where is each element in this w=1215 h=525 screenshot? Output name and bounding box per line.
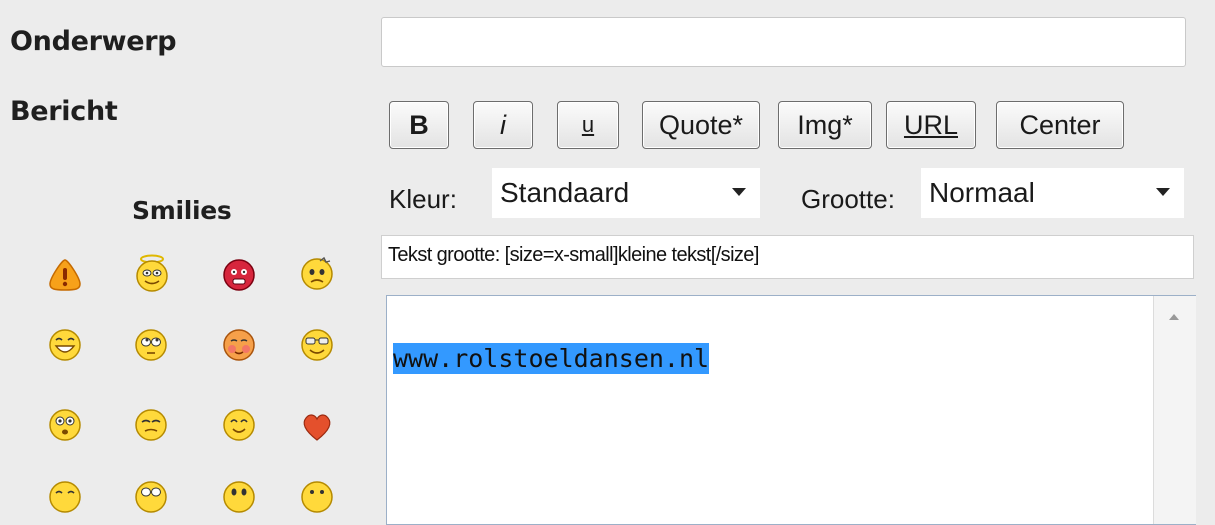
sad-icon[interactable]	[222, 480, 256, 514]
smile-icon[interactable]	[222, 408, 256, 442]
scroll-up-icon[interactable]	[1169, 314, 1179, 320]
underline-button-label: u	[581, 112, 595, 137]
helpline: Tekst grootte: [size=x-small]kleine teks…	[381, 235, 1194, 279]
cool-icon[interactable]	[300, 328, 334, 362]
subject-label: Onderwerp	[10, 26, 177, 57]
angry-red-icon[interactable]	[222, 258, 256, 292]
selected-text: www.rolstoeldansen.nl	[393, 343, 710, 374]
heart-icon[interactable]	[300, 410, 334, 444]
message-textarea[interactable]: www.rolstoeldansen.nl	[386, 295, 1196, 525]
laugh-icon[interactable]	[48, 480, 82, 514]
color-label: Kleur:	[389, 184, 457, 214]
bold-button[interactable]: B	[389, 101, 449, 149]
eek-icon[interactable]	[134, 480, 168, 514]
rolling-eyes-icon[interactable]	[134, 328, 168, 362]
quote-button[interactable]: Quote*	[642, 101, 760, 149]
grin-icon[interactable]	[48, 328, 82, 362]
subject-input[interactable]	[381, 17, 1186, 67]
url-button-label: URL	[903, 109, 958, 140]
center-button[interactable]: Center	[996, 101, 1124, 149]
img-button-label: Img*	[797, 109, 853, 140]
italic-button[interactable]: i	[473, 101, 533, 149]
wink-icon[interactable]	[134, 408, 168, 442]
scrollbar[interactable]	[1153, 296, 1196, 524]
bold-button-label: B	[409, 109, 429, 140]
smilies-title: Smilies	[132, 196, 232, 225]
url-button[interactable]: URL	[886, 101, 976, 149]
shocked-icon[interactable]	[48, 408, 82, 442]
confused-icon[interactable]	[300, 256, 334, 290]
message-label: Bericht	[10, 96, 118, 127]
neutral-icon[interactable]	[300, 480, 334, 514]
angel-icon[interactable]	[134, 254, 170, 292]
color-select-value: Standaard	[500, 177, 630, 208]
quote-button-label: Quote*	[658, 109, 744, 140]
warning-icon[interactable]	[48, 258, 82, 292]
size-label: Grootte:	[801, 184, 895, 214]
center-button-label: Center	[1019, 109, 1101, 140]
blush-icon[interactable]	[222, 328, 256, 362]
chevron-down-icon	[1156, 188, 1170, 196]
italic-button-label: i	[500, 109, 506, 140]
size-select-value: Normaal	[929, 177, 1035, 208]
chevron-down-icon	[732, 188, 746, 196]
color-select[interactable]: Standaard	[492, 168, 760, 218]
message-content: www.rolstoeldansen.nl	[393, 343, 710, 374]
underline-button[interactable]: u	[557, 101, 619, 149]
img-button[interactable]: Img*	[778, 101, 872, 149]
size-select[interactable]: Normaal	[921, 168, 1184, 218]
